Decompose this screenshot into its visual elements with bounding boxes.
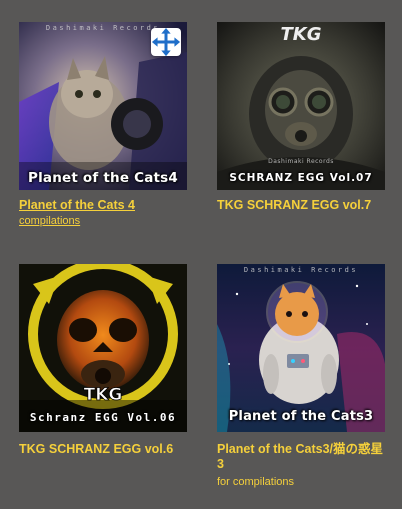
move-icon <box>151 27 181 57</box>
cover-brand-text: Dashimaki Records <box>268 158 334 165</box>
album-cover-link[interactable]: TKG Schranz EGG Vol.06 <box>19 264 187 432</box>
album-title-link[interactable]: Planet of the Cats 4 <box>19 198 187 213</box>
album-category-link[interactable]: for compilations <box>217 475 385 489</box>
album-card-tkg-schranz-egg-vol6: TKG Schranz EGG Vol.06 TKG SCHRANZ EGG v… <box>19 264 187 457</box>
cover-logo-text: TKG <box>280 24 321 45</box>
album-title-link[interactable]: Planet of the Cats3/猫の惑星3 <box>217 442 385 472</box>
move-button[interactable] <box>151 27 181 57</box>
cover-title-text: SCHRANZ EGG Vol.07 <box>229 172 373 184</box>
album-title-link[interactable]: TKG SCHRANZ EGG vol.6 <box>19 442 187 457</box>
cover-title-text: Schranz EGG Vol.06 <box>29 411 177 424</box>
album-card-planet-of-the-cats-3: Dashimaki Records Planet of the Cats3 Pl… <box>217 264 385 489</box>
album-cover-link[interactable]: TKG Dashimaki Records SCHRANZ EGG Vol.07 <box>217 22 385 190</box>
cover-title-text: Planet of the Cats3 <box>228 409 374 424</box>
album-card-planet-of-the-cats-4: Dashimaki Records Planet of the Cats4 Pl… <box>19 22 187 228</box>
cover-brand-text: Dashimaki Records <box>243 266 359 274</box>
album-cover-link[interactable]: Dashimaki Records Planet of the Cats4 <box>19 22 187 190</box>
album-card-tkg-schranz-egg-vol7: TKG Dashimaki Records SCHRANZ EGG Vol.07… <box>217 22 385 213</box>
album-cover-link[interactable]: Dashimaki Records Planet of the Cats3 <box>217 264 385 432</box>
album-title-link[interactable]: TKG SCHRANZ EGG vol.7 <box>217 198 385 213</box>
cover-title-text: Planet of the Cats4 <box>27 170 179 186</box>
album-cover-art <box>217 264 385 432</box>
cover-logo-text: TKG <box>84 385 123 405</box>
album-cover-art: TKG <box>19 264 187 432</box>
album-category-link[interactable]: compilations <box>19 214 187 228</box>
